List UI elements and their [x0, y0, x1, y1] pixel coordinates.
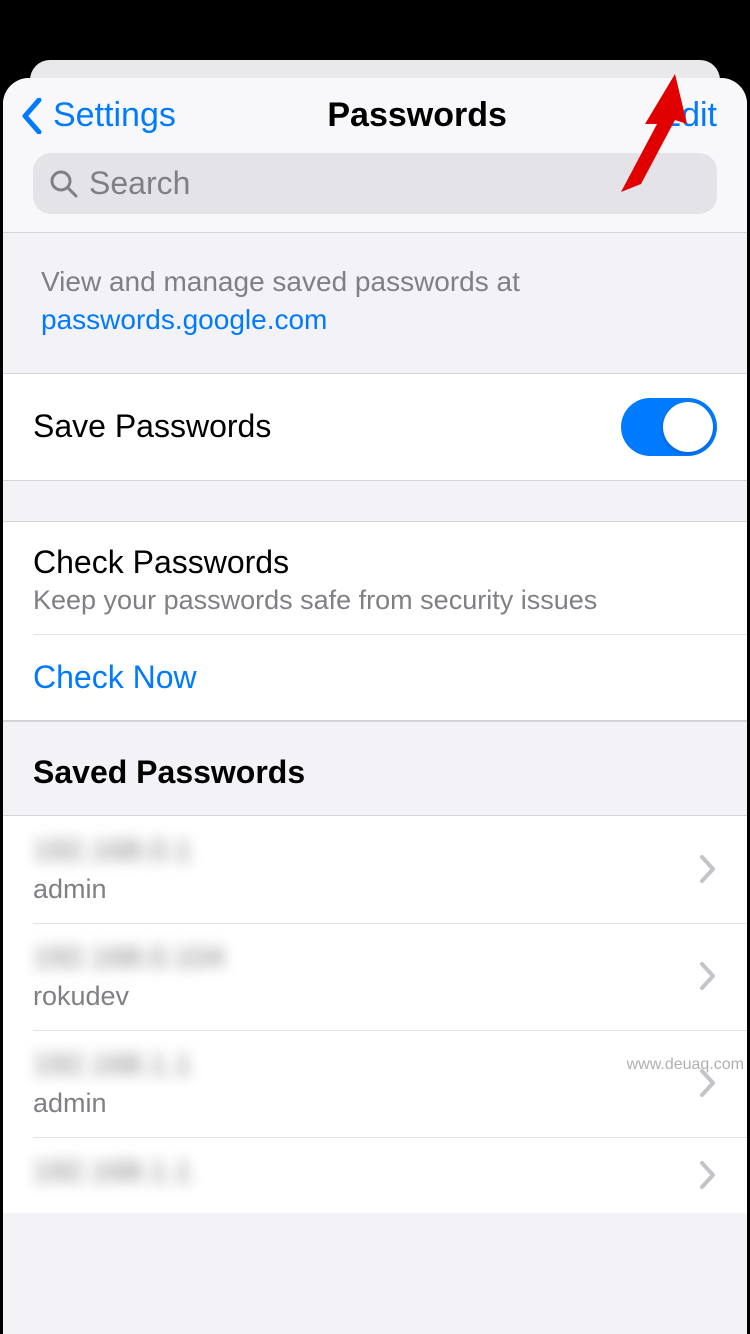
- saved-passwords-list: 192.168.0.1 admin 192.168.0.104 rokudev …: [3, 815, 747, 1213]
- password-user: rokudev: [33, 981, 225, 1012]
- password-site: 192.168.0.1: [33, 834, 191, 868]
- save-passwords-row: Save Passwords: [3, 374, 747, 480]
- back-button[interactable]: Settings: [21, 96, 176, 135]
- section-gap: [3, 481, 747, 521]
- chevron-right-icon: [699, 854, 717, 884]
- search-icon: [49, 169, 79, 199]
- chevron-right-icon: [699, 1160, 717, 1190]
- search-field[interactable]: [33, 153, 717, 214]
- passwords-link[interactable]: passwords.google.com: [41, 304, 327, 335]
- settings-sheet: Settings Passwords Edit View and manage …: [3, 78, 747, 1334]
- chevron-left-icon: [21, 98, 43, 134]
- password-row[interactable]: 192.168.0.104 rokudev: [3, 923, 747, 1030]
- check-now-button[interactable]: Check Now: [3, 635, 747, 720]
- password-row[interactable]: 192.168.1.1: [3, 1137, 747, 1213]
- info-text: View and manage saved passwords at: [41, 266, 520, 297]
- check-passwords-info: Check Passwords Keep your passwords safe…: [3, 522, 747, 634]
- saved-passwords-title: Saved Passwords: [33, 754, 717, 791]
- check-passwords-title: Check Passwords: [33, 544, 717, 581]
- password-user: admin: [33, 1088, 191, 1119]
- chevron-right-icon: [699, 961, 717, 991]
- back-label: Settings: [53, 96, 176, 135]
- password-row[interactable]: 192.168.1.1 admin: [3, 1030, 747, 1137]
- password-user: admin: [33, 874, 191, 905]
- edit-button[interactable]: Edit: [658, 96, 717, 135]
- save-passwords-section: Save Passwords: [3, 373, 747, 481]
- search-container: [3, 153, 747, 232]
- password-site: 192.168.1.1: [33, 1048, 191, 1082]
- saved-passwords-header: Saved Passwords: [3, 721, 747, 815]
- info-block: View and manage saved passwords at passw…: [3, 233, 747, 373]
- nav-header: Settings Passwords Edit: [3, 78, 747, 153]
- watermark: www.deuaq.com: [627, 1056, 744, 1074]
- save-passwords-label: Save Passwords: [33, 408, 271, 445]
- page-title: Passwords: [327, 96, 507, 135]
- save-passwords-toggle[interactable]: [621, 398, 717, 456]
- password-row[interactable]: 192.168.0.1 admin: [3, 816, 747, 923]
- password-site: 192.168.1.1: [33, 1155, 191, 1189]
- password-site: 192.168.0.104: [33, 941, 225, 975]
- toggle-knob: [663, 402, 713, 452]
- search-input[interactable]: [89, 165, 701, 202]
- check-passwords-subtitle: Keep your passwords safe from security i…: [33, 585, 717, 616]
- check-passwords-section: Check Passwords Keep your passwords safe…: [3, 521, 747, 721]
